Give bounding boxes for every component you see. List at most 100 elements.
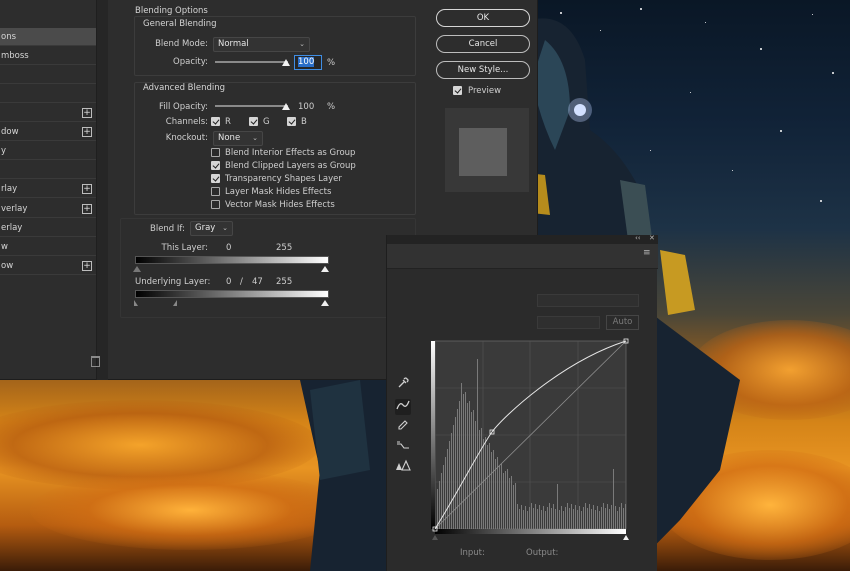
underlying-white-slider[interactable] — [321, 300, 329, 306]
style-preview-swatch — [445, 108, 529, 192]
histogram-bar — [577, 510, 578, 529]
histogram-bar — [479, 430, 480, 529]
knockout-select[interactable]: None ⌄ — [213, 131, 263, 146]
blend-mode-select[interactable]: Normal ⌄ — [213, 37, 310, 52]
layer-mask-hides-checkbox[interactable] — [211, 187, 220, 196]
histogram-bar — [585, 503, 586, 529]
histogram-bar — [591, 509, 592, 529]
histogram-bar — [511, 476, 512, 529]
preset-select[interactable] — [537, 294, 639, 307]
style-item-stroke[interactable]: + — [0, 104, 96, 122]
histogram-bar — [587, 508, 588, 529]
style-item-label: ow — [1, 261, 14, 271]
pencil-icon[interactable] — [395, 419, 411, 435]
add-style-button[interactable]: + — [82, 127, 92, 137]
style-item-satin[interactable] — [0, 161, 96, 179]
new-style-button[interactable]: New Style... — [436, 61, 530, 79]
transparency-shapes-checkbox[interactable] — [211, 174, 220, 183]
smooth-icon[interactable] — [395, 439, 411, 455]
histogram-bar — [609, 509, 610, 529]
style-item-inner-shadow[interactable]: dow + — [0, 123, 96, 141]
preview-checkbox[interactable] — [453, 86, 462, 95]
histogram-bar — [469, 401, 470, 529]
close-icon[interactable]: ✕ — [649, 234, 655, 242]
this-layer-black-slider[interactable] — [133, 266, 141, 272]
histogram-bar — [437, 489, 438, 529]
histogram-bar — [453, 425, 454, 529]
general-blending-title: General Blending — [143, 19, 217, 29]
knockout-label: Knockout: — [165, 133, 208, 143]
style-item-contour[interactable] — [0, 66, 96, 84]
style-item-pattern-overlay[interactable]: erlay — [0, 219, 96, 237]
histogram-bar — [581, 511, 582, 529]
style-item-label: y — [1, 146, 7, 156]
histogram-bar — [477, 359, 478, 529]
opacity-slider-track[interactable] — [215, 61, 288, 63]
style-item-drop-shadow[interactable]: ow + — [0, 257, 96, 275]
this-layer-white-slider[interactable] — [321, 266, 329, 272]
fill-opacity-slider-thumb[interactable] — [282, 103, 290, 110]
histogram-bar — [543, 506, 544, 529]
collapse-panel-icon[interactable]: ‹‹ — [635, 234, 641, 242]
eyedropper-icon[interactable] — [395, 377, 411, 393]
histogram-bar — [541, 510, 542, 529]
underlying-black-split-slider[interactable] — [173, 300, 177, 306]
histogram-bar — [459, 401, 460, 529]
histogram-bar — [557, 484, 558, 529]
opacity-slider-thumb[interactable] — [282, 59, 290, 66]
fill-opacity-value[interactable]: 100 — [298, 102, 314, 112]
histogram-bar — [499, 466, 500, 529]
histogram-bar — [507, 469, 508, 529]
style-item-texture[interactable] — [0, 85, 96, 103]
cancel-button[interactable]: Cancel — [436, 35, 530, 53]
vector-mask-hides-checkbox[interactable] — [211, 200, 220, 209]
add-style-button[interactable]: + — [82, 204, 92, 214]
underlying-separator: / — [240, 277, 243, 287]
histogram-bar — [465, 392, 466, 529]
histogram-bar — [493, 450, 494, 529]
trash-icon[interactable] — [91, 356, 100, 367]
style-item-bevel-emboss[interactable]: mboss — [0, 47, 96, 65]
histogram-bar — [603, 503, 604, 529]
histogram-bar — [501, 464, 502, 529]
style-item-color-overlay[interactable]: rlay + — [0, 180, 96, 198]
styles-list-scrollbar[interactable] — [96, 0, 108, 380]
channel-g-checkbox[interactable] — [249, 117, 258, 126]
add-style-button[interactable]: + — [82, 108, 92, 118]
this-layer-gradient — [135, 256, 329, 264]
curves-graph[interactable] — [431, 337, 629, 543]
blend-if-select[interactable]: Gray ⌄ — [190, 221, 233, 236]
add-style-button[interactable]: + — [82, 261, 92, 271]
style-item-gradient-overlay[interactable]: verlay + — [0, 200, 96, 218]
histogram-bar — [449, 441, 450, 529]
underlying-black-slider[interactable] — [134, 300, 138, 306]
style-item-blending-options[interactable]: ons — [0, 28, 96, 46]
channel-select[interactable] — [537, 316, 600, 329]
curve-point-icon[interactable] — [395, 399, 411, 415]
panel-menu-icon[interactable]: ≡ — [643, 248, 651, 258]
histogram-bar — [485, 437, 486, 529]
histogram-bar — [599, 511, 600, 529]
fill-opacity-slider-track[interactable] — [215, 105, 288, 107]
auto-button[interactable]: Auto — [606, 315, 639, 330]
underlying-layer-gradient — [135, 290, 329, 298]
blend-if-value: Gray — [195, 223, 216, 233]
blend-clipped-layers-checkbox[interactable] — [211, 161, 220, 170]
histogram-bar — [607, 504, 608, 529]
blend-interior-effects-checkbox[interactable] — [211, 148, 220, 157]
opacity-input[interactable]: 100 — [294, 55, 322, 70]
histogram-bar — [621, 503, 622, 529]
clipping-warning-icon[interactable] — [395, 459, 411, 475]
input-label: Input: — [460, 548, 485, 558]
add-style-button[interactable]: + — [82, 184, 92, 194]
histogram-bar — [481, 428, 482, 529]
style-item-inner-glow[interactable]: y — [0, 142, 96, 160]
ok-button[interactable]: OK — [436, 9, 530, 27]
channel-r-label: R — [225, 117, 231, 127]
style-item-label: w — [1, 242, 8, 252]
channel-r-checkbox[interactable] — [211, 117, 220, 126]
histogram-bar — [517, 504, 518, 529]
style-item-outer-glow[interactable]: w — [0, 238, 96, 256]
channel-b-checkbox[interactable] — [287, 117, 296, 126]
histogram-bar — [611, 505, 612, 529]
